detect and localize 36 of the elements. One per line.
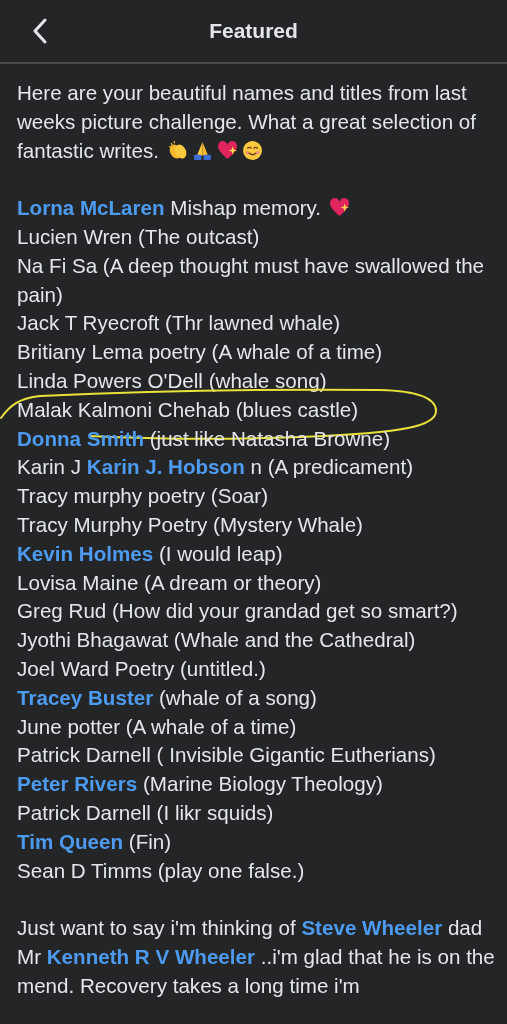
entry-text: Joel Ward Poetry (untitled.) [17, 656, 266, 680]
entry-text: Tracy Murphy Poetry (Mystery Whale) [17, 512, 363, 536]
entry-text: Tracey Buster (whale of a song) [17, 685, 317, 709]
mention-link[interactable]: Tracey Buster [17, 685, 154, 709]
entry-text: Na Fi Sa (A deep thought must have swallowed the pain) [17, 253, 485, 306]
mention-link[interactable]: Kenneth R V Wheeler [46, 944, 255, 968]
entry-text: Britiany Lema poetry (A whale of a time) [17, 340, 383, 364]
post-paragraph: Here are your beautiful names and titles from last weeks picture challenge. What a great selection of fantastic writes. [17, 80, 478, 164]
entry-text: Patrick Darnell ( Invisible Gigantic Eutherians) [17, 743, 436, 767]
mention-link[interactable]: Lorna McLaren [17, 196, 165, 220]
entry-text: Karin J Karin J. Hobson n (A predicament) [17, 455, 413, 479]
entry-text: Malak Kalmoni Chehab (blues castle) [17, 397, 359, 421]
entry-text: Lorna McLaren Mishap memory. [17, 196, 352, 220]
entry-text: Peter Rivers (Marine Biology Theology) [17, 772, 383, 796]
sparkling-heart-icon [328, 197, 350, 219]
sparkling-heart-icon [216, 139, 238, 161]
entry-text: Jack T Ryecroft (Thr lawned whale) [17, 311, 341, 335]
page-title: Featured [209, 19, 298, 43]
mention-link[interactable]: Karin J. Hobson [86, 455, 245, 479]
entry-text: Linda Powers O'Dell (whale song) [17, 368, 327, 392]
entry-text: June potter (A whale of a time) [17, 714, 297, 738]
mention-link[interactable]: Tim Queen [17, 829, 124, 853]
entry-text: Kevin Holmes (I would leap) [17, 541, 283, 565]
mention-link[interactable]: Kevin Holmes [17, 541, 154, 565]
entry-text: Lucien Wren (The outcast) [17, 225, 260, 248]
post-paragraph: Just want to say i'm thinking of Steve Wheeler dad Mr Kenneth R V Wheeler ..i'm glad that he is on the mend. Recovery takes a long time i'm [17, 915, 495, 999]
entry-text: Tim Queen (Fin) [17, 829, 172, 853]
entry-text: Sean D Timms (play one false.) [17, 858, 305, 882]
entry-text: Lovisa Maine (A dream or theory) [17, 570, 322, 594]
mention-link[interactable]: Steve Wheeler [301, 916, 443, 940]
entry-text: Jyothi Bhagawat (Whale and the Cathedral) [17, 628, 416, 652]
entry-text: Greg Rud (How did your grandad get so smart?) [17, 599, 458, 623]
smiling-face-icon [241, 139, 263, 161]
mention-link[interactable]: Peter Rivers [17, 772, 138, 796]
entry-text: Tracy murphy poetry (Soar) [17, 484, 268, 508]
entry-text: Patrick Darnell (I likr squids) [17, 800, 274, 824]
